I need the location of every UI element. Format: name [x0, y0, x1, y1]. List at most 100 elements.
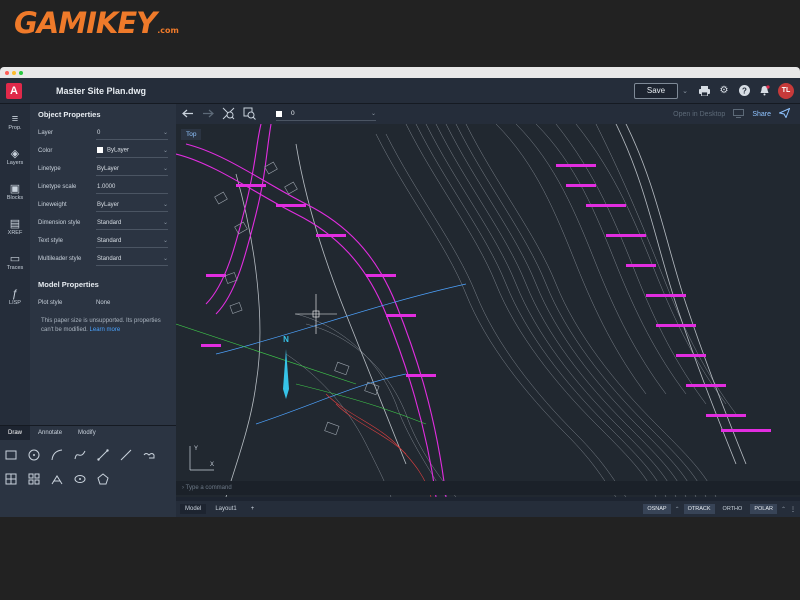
- user-avatar[interactable]: TL: [778, 82, 794, 99]
- command-line[interactable]: › Type a command: [176, 481, 800, 495]
- polygon-tool-icon[interactable]: [96, 472, 110, 486]
- undo-icon[interactable]: [182, 109, 194, 120]
- maximize-dot-icon[interactable]: [19, 70, 23, 75]
- rail-item-traces[interactable]: ▭ Traces: [0, 244, 30, 279]
- property-value: None: [96, 300, 111, 306]
- top-bar: A Master Site Plan.dwg Save ⌄ ⚙ ? TL: [0, 78, 800, 104]
- save-options-chevron-icon[interactable]: ⌄: [680, 83, 690, 99]
- learn-more-link[interactable]: Learn more: [90, 327, 121, 333]
- drawing-canvas[interactable]: N Y X: [176, 124, 800, 497]
- tab-model[interactable]: Model: [180, 504, 207, 514]
- linetype-scale-input[interactable]: 1.0000: [96, 181, 168, 194]
- chevron-up-icon[interactable]: ⌃: [675, 506, 680, 513]
- rail-label: Layers: [6, 159, 24, 166]
- close-dot-icon[interactable]: [5, 70, 9, 75]
- rail-label: Traces: [6, 264, 24, 271]
- share-icon[interactable]: [777, 107, 791, 120]
- ucs-y-label: Y: [194, 446, 198, 452]
- print-icon[interactable]: [698, 85, 710, 97]
- chevron-down-icon: ⌄: [162, 238, 168, 244]
- save-button[interactable]: Save: [634, 82, 678, 99]
- layer-dropdown-value: 0: [291, 110, 295, 117]
- polyline-tool-icon[interactable]: [119, 448, 133, 462]
- dimension-style-select[interactable]: Standard ⌄: [96, 217, 168, 230]
- osnap-toggle[interactable]: OSNAP: [643, 504, 671, 514]
- rectangle-tool-icon[interactable]: [4, 448, 18, 462]
- command-placeholder: Type a command: [185, 485, 232, 491]
- ellipse-tool-icon[interactable]: [73, 472, 87, 486]
- color-swatch: [97, 147, 103, 154]
- property-row-linetype: Linetype ByLayer ⌄: [38, 160, 168, 178]
- chevron-down-icon: ⌄: [162, 130, 168, 136]
- ortho-toggle[interactable]: ORTHO: [719, 504, 747, 514]
- gear-icon[interactable]: ⚙: [718, 85, 730, 97]
- more-options-icon[interactable]: ⋮: [790, 506, 796, 513]
- property-row-plot-style: Plot style None: [38, 294, 168, 312]
- browser-chrome: [0, 67, 800, 78]
- property-value: Standard: [97, 255, 122, 262]
- hatch-tool-icon[interactable]: [4, 472, 18, 486]
- add-layout-button[interactable]: +: [246, 504, 260, 514]
- line-tool-icon[interactable]: [96, 448, 110, 462]
- view-cube-label[interactable]: Top: [181, 129, 202, 140]
- lineweight-select[interactable]: ByLayer ⌄: [96, 199, 168, 212]
- layer-select[interactable]: 0 ⌄: [96, 127, 168, 140]
- autocad-logo-icon[interactable]: A: [6, 82, 22, 99]
- otrack-toggle[interactable]: OTRACK: [683, 504, 715, 514]
- multileader-style-select[interactable]: Standard ⌄: [96, 253, 168, 266]
- property-value: Standard: [97, 237, 122, 244]
- circle-tool-icon[interactable]: [27, 448, 41, 462]
- monitor-icon[interactable]: [733, 108, 745, 120]
- rail-item-blocks[interactable]: ▣ Blocks: [0, 174, 30, 209]
- spline-tool-icon[interactable]: [73, 448, 87, 462]
- property-value: ByLayer: [97, 201, 120, 208]
- arc-tool-icon[interactable]: [50, 448, 64, 462]
- minimize-dot-icon[interactable]: [12, 70, 16, 75]
- ucs-x-label: X: [210, 462, 214, 468]
- rail-label: LISP: [9, 299, 21, 306]
- help-icon[interactable]: ?: [738, 85, 750, 97]
- north-label: N: [283, 335, 289, 344]
- revcloud-tool-icon[interactable]: [142, 448, 156, 462]
- property-row-lineweight: Lineweight ByLayer ⌄: [38, 196, 168, 214]
- chevron-down-icon: ⌄: [162, 166, 168, 172]
- notifications-bell-icon[interactable]: [758, 85, 770, 97]
- model-properties-heading: Model Properties: [38, 280, 99, 289]
- property-row-linetype-scale: Linetype scale 1.0000: [38, 178, 168, 196]
- array-tool-icon[interactable]: [27, 472, 41, 486]
- property-row-text-style: Text style Standard ⌄: [38, 232, 168, 250]
- text-style-select[interactable]: Standard ⌄: [96, 235, 168, 248]
- property-row-dimension-style: Dimension style Standard ⌄: [38, 214, 168, 232]
- rail-label: Blocks: [6, 194, 24, 201]
- linetype-select[interactable]: ByLayer ⌄: [96, 163, 168, 176]
- polar-toggle[interactable]: POLAR: [750, 504, 777, 514]
- tab-modify[interactable]: Modify: [70, 426, 104, 440]
- property-label: Plot style: [38, 300, 63, 306]
- rail-item-xref[interactable]: ▤ XREF: [0, 209, 30, 244]
- layer-dropdown[interactable]: 0 ⌄: [276, 107, 376, 121]
- rail-label: Prop.: [8, 124, 22, 131]
- chevron-down-icon: ⌄: [162, 148, 168, 154]
- tab-draw[interactable]: Draw: [0, 426, 31, 440]
- zoom-window-icon[interactable]: [243, 107, 256, 122]
- share-button[interactable]: Share: [752, 111, 771, 118]
- tab-layout1[interactable]: Layout1: [210, 504, 241, 514]
- tab-annotate[interactable]: Annotate: [30, 426, 70, 440]
- redo-icon[interactable]: [202, 109, 214, 120]
- chevron-down-icon: ⌄: [370, 111, 376, 117]
- zoom-extents-icon[interactable]: [222, 107, 235, 122]
- color-select[interactable]: ByLayer ⌄: [96, 145, 168, 158]
- rail-item-properties[interactable]: ≡ Prop.: [0, 104, 30, 139]
- layer-color-swatch: [276, 110, 282, 117]
- property-label: Linetype scale: [38, 184, 77, 190]
- open-in-desktop-button[interactable]: Open in Desktop: [673, 111, 725, 118]
- site-logo: GAMIKEY.com: [14, 6, 179, 40]
- chevron-up-icon[interactable]: ⌃: [781, 506, 786, 513]
- rail-item-layers[interactable]: ◈ Layers: [0, 139, 30, 174]
- traces-icon: ▭: [9, 252, 21, 265]
- property-label: Lineweight: [38, 202, 67, 208]
- drawing-viewport[interactable]: 0 ⌄ Open in Desktop Share N Y X Top: [176, 104, 800, 497]
- property-value: 1.0000: [97, 183, 116, 190]
- rail-item-lisp[interactable]: ƒ LISP: [0, 279, 30, 314]
- sketch-tool-icon[interactable]: [50, 472, 64, 486]
